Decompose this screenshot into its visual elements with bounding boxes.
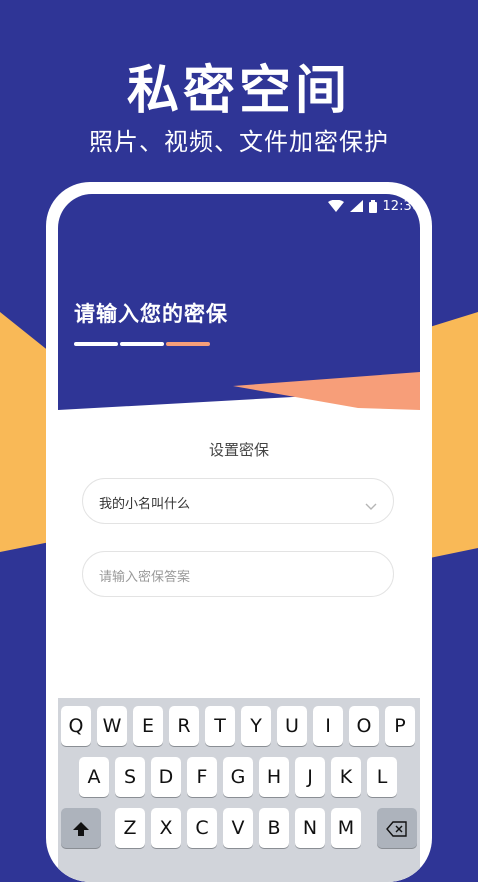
key-e[interactable]: E xyxy=(133,706,163,746)
key-v[interactable]: V xyxy=(223,808,253,848)
battery-icon xyxy=(368,199,377,213)
key-r[interactable]: R xyxy=(169,706,199,746)
hero-title: 私密空间 xyxy=(126,61,351,121)
security-answer-input[interactable]: 请输入密保答案 xyxy=(82,551,394,597)
key-m[interactable]: M xyxy=(331,808,361,848)
key-s[interactable]: S xyxy=(115,757,145,797)
key-t[interactable]: T xyxy=(205,706,235,746)
step-3 xyxy=(166,342,210,346)
step-indicator xyxy=(74,342,210,346)
page-title: 请输入您的密保 xyxy=(74,302,228,326)
key-l[interactable]: L xyxy=(367,757,397,797)
phone-screen: 12:30 请输入您的密保 设置密保 我的小名叫什么 请输入密保答案 Q W E… xyxy=(58,194,420,882)
key-i[interactable]: I xyxy=(313,706,343,746)
key-k[interactable]: K xyxy=(331,757,361,797)
key-y[interactable]: Y xyxy=(241,706,271,746)
keyboard: Q W E R T Y U I O P A S D F G H J K L Z … xyxy=(58,698,420,882)
key-n[interactable]: N xyxy=(295,808,325,848)
shift-key[interactable] xyxy=(61,808,101,848)
section-label: 设置密保 xyxy=(208,441,269,459)
key-w[interactable]: W xyxy=(97,706,127,746)
key-u[interactable]: U xyxy=(277,706,307,746)
key-f[interactable]: F xyxy=(187,757,217,797)
step-2 xyxy=(120,342,164,346)
key-a[interactable]: A xyxy=(79,757,109,797)
step-1 xyxy=(74,342,118,346)
backspace-key[interactable] xyxy=(377,808,417,848)
key-d[interactable]: D xyxy=(151,757,181,797)
key-q[interactable]: Q xyxy=(61,706,91,746)
key-z[interactable]: Z xyxy=(115,808,145,848)
phone-frame: 12:30 请输入您的密保 设置密保 我的小名叫什么 请输入密保答案 Q W E… xyxy=(46,182,432,882)
key-p[interactable]: P xyxy=(385,706,415,746)
key-h[interactable]: H xyxy=(259,757,289,797)
key-j[interactable]: J xyxy=(295,757,325,797)
shift-icon xyxy=(72,817,90,839)
signal-icon xyxy=(349,200,363,212)
status-time: 12:30 xyxy=(382,198,420,214)
wifi-icon xyxy=(327,200,344,212)
status-bar: 12:30 xyxy=(327,196,420,216)
key-g[interactable]: G xyxy=(223,757,253,797)
key-c[interactable]: C xyxy=(187,808,217,848)
key-x[interactable]: X xyxy=(151,808,181,848)
chevron-down-icon xyxy=(365,496,377,515)
hero-subtitle: 照片、视频、文件加密保护 xyxy=(89,128,389,156)
security-question-select[interactable]: 我的小名叫什么 xyxy=(82,478,394,524)
security-answer-placeholder: 请输入密保答案 xyxy=(99,570,191,585)
key-o[interactable]: O xyxy=(349,706,379,746)
security-question-value: 我的小名叫什么 xyxy=(99,497,191,512)
key-b[interactable]: B xyxy=(259,808,289,848)
backspace-icon xyxy=(386,817,408,839)
